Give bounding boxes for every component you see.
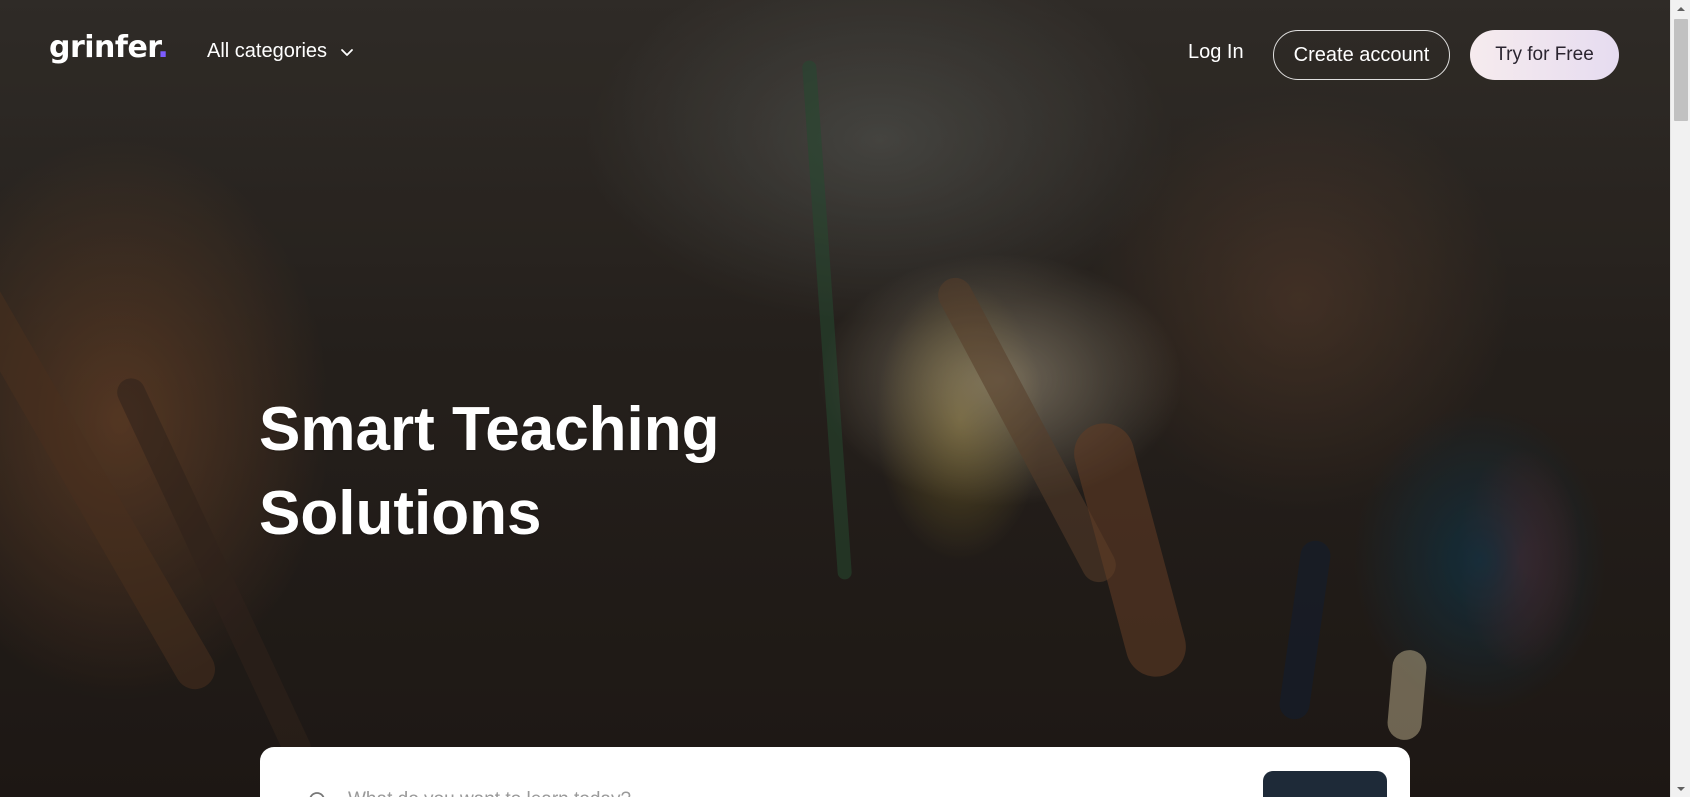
all-categories-dropdown[interactable]: All categories	[207, 40, 355, 63]
hero-title-line-1: Smart Teaching	[259, 395, 720, 464]
try-for-free-button[interactable]: Try for Free	[1470, 30, 1619, 80]
create-account-button[interactable]: Create account	[1273, 30, 1450, 80]
search-card: Search	[260, 747, 1410, 797]
scrollbar-thumb[interactable]	[1674, 19, 1688, 121]
scroll-up-icon[interactable]	[1671, 0, 1690, 17]
top-navigation: grinfer. All categories Log In Create ac…	[0, 0, 1670, 108]
logo-dot: .	[157, 30, 169, 65]
vertical-scrollbar[interactable]	[1670, 0, 1690, 797]
search-icon	[309, 792, 325, 797]
chevron-down-icon	[341, 48, 353, 56]
scroll-down-icon[interactable]	[1671, 780, 1690, 797]
categories-label: All categories	[207, 40, 328, 62]
logo-text: grinfer	[49, 30, 158, 65]
search-button[interactable]: Search	[1263, 771, 1387, 797]
hero-title-line-2: Solutions	[259, 479, 542, 548]
login-link[interactable]: Log In	[1188, 41, 1244, 64]
search-input[interactable]	[348, 785, 1148, 797]
hero-title: Smart Teaching Solutions	[259, 388, 859, 556]
logo[interactable]: grinfer.	[49, 30, 169, 65]
